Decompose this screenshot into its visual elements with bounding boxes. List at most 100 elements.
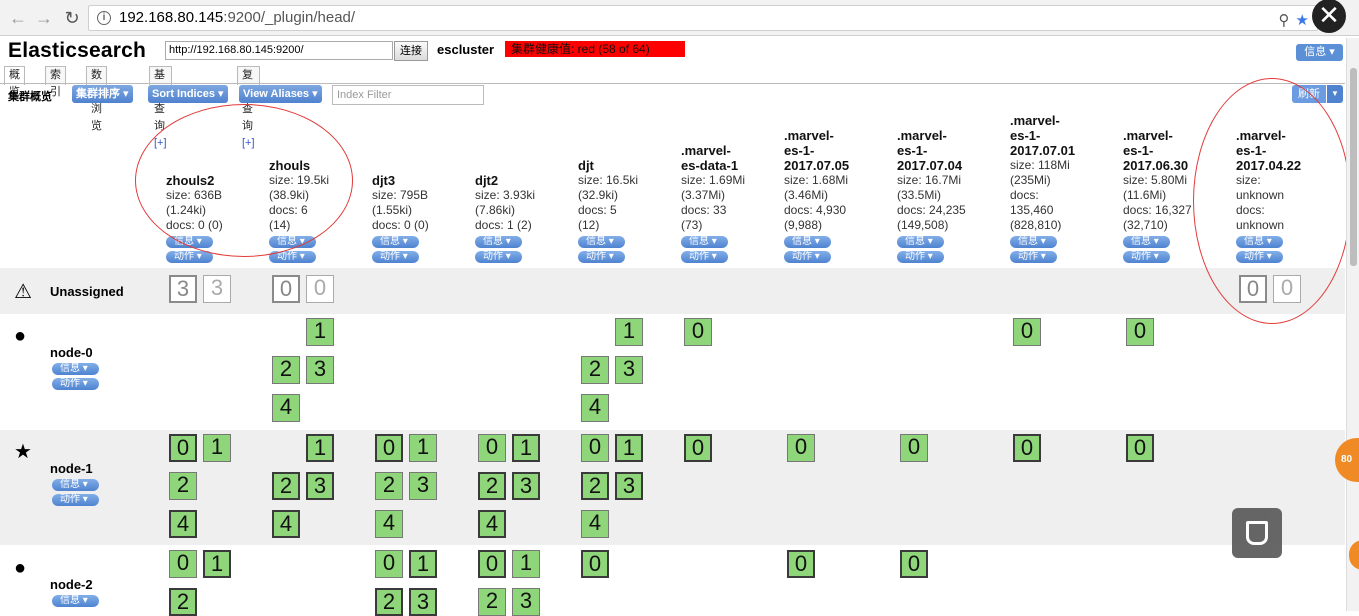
connect-url-input[interactable]: http://192.168.80.145:9200/ — [165, 41, 393, 60]
shard-node-0[interactable]: 1 — [615, 318, 643, 346]
shard-node-1[interactable]: 1 — [409, 434, 437, 462]
index-action-button[interactable]: 动作 ▾ — [475, 251, 522, 263]
node-info-button[interactable]: 信息 ▾ — [52, 595, 99, 607]
index-info-button[interactable]: 信息 ▾ — [1010, 236, 1057, 248]
close-icon[interactable]: ✕ — [1312, 0, 1346, 33]
index-info-button[interactable]: 信息 ▾ — [784, 236, 831, 248]
index-stat: (9,988) — [784, 218, 823, 232]
shard-node-1[interactable]: 1 — [306, 434, 334, 462]
zoom-icon[interactable]: ⚲ — [1279, 12, 1290, 29]
index-action-button[interactable]: 动作 ▾ — [372, 251, 419, 263]
vertical-scrollbar[interactable] — [1346, 38, 1359, 611]
index-action-button[interactable]: 动作 ▾ — [166, 251, 213, 263]
shard-node-1[interactable]: 2 — [478, 472, 506, 500]
shard-node-1[interactable]: 3 — [615, 472, 643, 500]
sort-cluster-button[interactable]: 集群排序 ▾ — [72, 85, 133, 103]
scrollbar-thumb[interactable] — [1350, 68, 1357, 266]
address-bar[interactable]: i 192.168.80.145:9200/_plugin/head/ ⚲ ★ — [88, 5, 1318, 31]
shard-node-1[interactable]: 0 — [684, 434, 712, 462]
connect-button[interactable]: 连接 — [394, 41, 428, 61]
index-info-button[interactable]: 信息 ▾ — [578, 236, 625, 248]
shard-node-0[interactable]: 1 — [306, 318, 334, 346]
shard-node-2[interactable]: 2 — [375, 588, 403, 616]
shard-node-2[interactable]: 3 — [512, 588, 540, 616]
shard-node-1[interactable]: 0 — [1013, 434, 1041, 462]
shard-node-1[interactable]: 3 — [409, 472, 437, 500]
shard-unassigned[interactable]: 0 — [306, 275, 334, 303]
shard-node-1[interactable]: 0 — [478, 434, 506, 462]
shard-node-2[interactable]: 2 — [169, 588, 197, 616]
shard-node-2[interactable]: 0 — [169, 550, 197, 578]
shard-node-1[interactable]: 0 — [787, 434, 815, 462]
index-info-button[interactable]: 信息 ▾ — [897, 236, 944, 248]
index-action-button[interactable]: 动作 ▾ — [897, 251, 944, 263]
shard-node-2[interactable]: 3 — [409, 588, 437, 616]
shard-unassigned[interactable]: 3 — [203, 275, 231, 303]
index-action-button[interactable]: 动作 ▾ — [578, 251, 625, 263]
index-action-button[interactable]: 动作 ▾ — [784, 251, 831, 263]
index-filter-input[interactable]: Index Filter — [332, 85, 484, 105]
forward-icon[interactable]: → — [34, 8, 54, 28]
bookmark-star-icon[interactable]: ★ — [1296, 12, 1309, 29]
shard-unassigned[interactable]: 3 — [169, 275, 197, 303]
shard-node-1[interactable]: 3 — [306, 472, 334, 500]
shard-node-1[interactable]: 3 — [512, 472, 540, 500]
shard-node-2[interactable]: 0 — [375, 550, 403, 578]
shard-node-1[interactable]: 2 — [581, 472, 609, 500]
shard-node-1[interactable]: 1 — [615, 434, 643, 462]
shard-node-0[interactable]: 2 — [581, 356, 609, 384]
shard-node-2[interactable]: 0 — [900, 550, 928, 578]
index-action-button[interactable]: 动作 ▾ — [1123, 251, 1170, 263]
shard-node-1[interactable]: 4 — [478, 510, 506, 538]
node-info-button[interactable]: 信息 ▾ — [52, 479, 99, 491]
index-info-button[interactable]: 信息 ▾ — [372, 236, 419, 248]
shard-node-1[interactable]: 4 — [272, 510, 300, 538]
shard-node-1[interactable]: 4 — [169, 510, 197, 538]
shard-node-0[interactable]: 3 — [615, 356, 643, 384]
shard-node-2[interactable]: 1 — [512, 550, 540, 578]
shard-node-0[interactable]: 0 — [1126, 318, 1154, 346]
node-action-button[interactable]: 动作 ▾ — [52, 494, 99, 506]
node-info-button[interactable]: 信息 ▾ — [52, 363, 99, 375]
shard-node-1[interactable]: 0 — [169, 434, 197, 462]
node-action-button[interactable]: 动作 ▾ — [52, 378, 99, 390]
shard-node-0[interactable]: 2 — [272, 356, 300, 384]
shard-node-0[interactable]: 3 — [306, 356, 334, 384]
shard-node-2[interactable]: 0 — [478, 550, 506, 578]
back-icon[interactable]: ← — [8, 8, 28, 28]
shard-node-0[interactable]: 4 — [272, 394, 300, 422]
shard-node-2[interactable]: 1 — [203, 550, 231, 578]
shard-node-1[interactable]: 4 — [375, 510, 403, 538]
shard-node-1[interactable]: 0 — [581, 434, 609, 462]
shard-node-1[interactable]: 1 — [203, 434, 231, 462]
shard-node-0[interactable]: 0 — [684, 318, 712, 346]
shard-node-1[interactable]: 2 — [375, 472, 403, 500]
shard-node-1[interactable]: 0 — [1126, 434, 1154, 462]
shard-node-1[interactable]: 0 — [375, 434, 403, 462]
shard-node-0[interactable]: 4 — [581, 394, 609, 422]
shard-node-1[interactable]: 0 — [900, 434, 928, 462]
refresh-menu-caret-icon[interactable]: ▼ — [1327, 85, 1343, 103]
shard-node-2[interactable]: 0 — [581, 550, 609, 578]
sort-indices-button[interactable]: Sort Indices ▾ — [148, 85, 228, 103]
index-info-button[interactable]: 信息 ▾ — [475, 236, 522, 248]
shard-node-2[interactable]: 1 — [409, 550, 437, 578]
shard-node-1[interactable]: 4 — [581, 510, 609, 538]
index-action-button[interactable]: 动作 ▾ — [681, 251, 728, 263]
shard-node-1[interactable]: 2 — [169, 472, 197, 500]
shard-node-2[interactable]: 2 — [478, 588, 506, 616]
shard-node-2[interactable]: 0 — [787, 550, 815, 578]
shard-node-1[interactable]: 2 — [272, 472, 300, 500]
shard-node-0[interactable]: 0 — [1013, 318, 1041, 346]
index-info-button[interactable]: 信息 ▾ — [1123, 236, 1170, 248]
info-menu-button[interactable]: 信息 ▾ — [1296, 44, 1343, 61]
shard-unassigned[interactable]: 0 — [272, 275, 300, 303]
index-action-button[interactable]: 动作 ▾ — [1010, 251, 1057, 263]
row-label-unassigned: Unassigned — [50, 284, 124, 299]
reload-icon[interactable]: ↻ — [62, 8, 82, 28]
site-info-icon[interactable]: i — [97, 11, 111, 25]
overlay-screenshot-button[interactable] — [1232, 508, 1282, 558]
shard-node-1[interactable]: 1 — [512, 434, 540, 462]
view-aliases-button[interactable]: View Aliases ▾ — [239, 85, 322, 103]
index-info-button[interactable]: 信息 ▾ — [681, 236, 728, 248]
